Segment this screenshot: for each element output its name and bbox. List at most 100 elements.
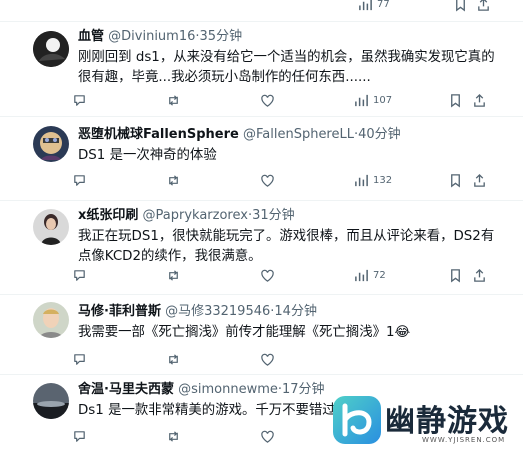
tweet-card[interactable]: 马修·菲利普斯 @马修33219546·14分钟 我需要一部《死亡搁浅》前传才能… bbox=[0, 295, 523, 375]
tweet-time[interactable]: 31分钟 bbox=[252, 208, 295, 223]
logo-icon bbox=[333, 396, 381, 444]
retweet-icon bbox=[169, 269, 178, 281]
like-icon bbox=[261, 94, 274, 107]
tweet-actions bbox=[72, 349, 492, 369]
like-icon bbox=[261, 269, 274, 282]
retweet-button[interactable] bbox=[166, 426, 181, 446]
views-icon bbox=[355, 94, 368, 106]
retweet-icon bbox=[169, 94, 178, 106]
like-button[interactable] bbox=[260, 90, 275, 110]
avatar[interactable] bbox=[33, 31, 69, 67]
reply-icon bbox=[74, 269, 85, 281]
display-name[interactable]: 恶堕机械球FallenSphere bbox=[78, 127, 239, 142]
like-button[interactable] bbox=[260, 265, 275, 285]
retweet-icon bbox=[169, 430, 178, 442]
display-name[interactable]: x纸张印刷 bbox=[78, 208, 138, 223]
user-handle[interactable]: @FallenSphereLL bbox=[243, 127, 354, 142]
bookmark-icon bbox=[451, 268, 460, 282]
watermark-url: WWW.YJISREN.COM bbox=[422, 436, 506, 444]
user-handle[interactable]: @马修33219546 bbox=[165, 304, 270, 319]
tweet-header: x纸张印刷 @Paprykarzorex·31分钟 bbox=[78, 207, 507, 225]
reply-button[interactable] bbox=[72, 265, 87, 285]
views-button[interactable]: 72 bbox=[354, 265, 386, 285]
retweet-button[interactable] bbox=[166, 349, 181, 369]
timeline-feed: 77 血管 @Divinium16·35分钟 刚刚回到 ds1，从来没有给它一个… bbox=[0, 0, 523, 456]
tweet-card[interactable]: 恶堕机械球FallenSphere @FallenSphereLL·40分钟 D… bbox=[0, 117, 523, 201]
views-count: 77 bbox=[377, 0, 390, 10]
display-name[interactable]: 马修·菲利普斯 bbox=[78, 304, 161, 319]
tweet-actions: 132 bbox=[72, 170, 492, 190]
reply-button[interactable] bbox=[72, 426, 87, 446]
tweet-card[interactable]: 血管 @Divinium16·35分钟 刚刚回到 ds1，从来没有给它一个适当的… bbox=[0, 22, 523, 117]
user-handle[interactable]: @Divinium16 bbox=[108, 29, 195, 44]
share-icon bbox=[474, 93, 485, 107]
user-handle[interactable]: @simonnewme bbox=[178, 382, 278, 397]
reply-icon bbox=[74, 174, 85, 186]
avatar[interactable] bbox=[33, 302, 69, 338]
tweet-time[interactable]: 40分钟 bbox=[358, 127, 401, 142]
previous-tweet-actions: 77 bbox=[0, 0, 523, 22]
bookmark-button[interactable] bbox=[448, 265, 463, 285]
display-name[interactable]: 舍温·马里夫西蒙 bbox=[78, 382, 174, 397]
tweet-text: DS1 是一次神奇的体验 bbox=[78, 148, 217, 163]
retweet-icon bbox=[169, 353, 178, 365]
share-button[interactable] bbox=[472, 265, 487, 285]
share-button[interactable] bbox=[472, 90, 487, 110]
views-icon bbox=[355, 269, 368, 281]
views-icon bbox=[359, 0, 372, 10]
tweet-header: 马修·菲利普斯 @马修33219546·14分钟 bbox=[78, 303, 507, 321]
share-button[interactable] bbox=[472, 170, 487, 190]
reply-button[interactable] bbox=[72, 90, 87, 110]
views-count: 107 bbox=[373, 94, 393, 106]
like-icon bbox=[261, 353, 274, 366]
tweet-text: 刚刚回到 ds1，从来没有给它一个适当的机会，虽然我确实发现它真的很有趣，毕竟.… bbox=[78, 50, 495, 85]
reply-button[interactable] bbox=[72, 349, 87, 369]
like-button[interactable] bbox=[260, 426, 275, 446]
share-icon bbox=[474, 268, 485, 282]
views-button[interactable]: 132 bbox=[354, 170, 392, 190]
like-icon bbox=[261, 430, 274, 443]
like-button[interactable] bbox=[260, 170, 275, 190]
reply-icon bbox=[74, 353, 85, 365]
views-count: 72 bbox=[373, 269, 386, 281]
retweet-button[interactable] bbox=[166, 265, 181, 285]
tweet-actions: 107 bbox=[72, 90, 492, 110]
share-icon bbox=[478, 0, 489, 11]
views-button[interactable]: 107 bbox=[354, 90, 392, 110]
share-button[interactable] bbox=[476, 0, 491, 14]
tweet-header: 血管 @Divinium16·35分钟 bbox=[78, 28, 507, 46]
views-count: 132 bbox=[373, 174, 393, 186]
reply-button[interactable] bbox=[72, 170, 87, 190]
watermark-text: 幽静游戏 bbox=[385, 404, 509, 439]
tweet-time[interactable]: 14分钟 bbox=[274, 304, 317, 319]
reply-icon bbox=[74, 94, 85, 106]
reply-icon bbox=[74, 430, 85, 442]
like-icon bbox=[261, 174, 274, 187]
tweet-time[interactable]: 35分钟 bbox=[200, 29, 243, 44]
bookmark-icon bbox=[451, 93, 460, 107]
bookmark-icon bbox=[451, 173, 460, 187]
site-watermark: 幽静游戏 WWW.YJISREN.COM bbox=[327, 392, 517, 452]
tweet-text: 我需要一部《死亡搁浅》前传才能理解《死亡搁浅》1😂 bbox=[78, 325, 411, 340]
tweet-card[interactable]: x纸张印刷 @Paprykarzorex·31分钟 我正在玩DS1，很快就能玩完… bbox=[0, 201, 523, 295]
avatar[interactable] bbox=[33, 383, 69, 419]
retweet-button[interactable] bbox=[166, 90, 181, 110]
bookmark-icon bbox=[456, 0, 465, 11]
avatar[interactable] bbox=[33, 209, 69, 245]
views-button[interactable]: 77 bbox=[358, 0, 390, 14]
avatar[interactable] bbox=[33, 126, 69, 162]
share-icon bbox=[474, 173, 485, 187]
display-name[interactable]: 血管 bbox=[78, 29, 104, 44]
like-button[interactable] bbox=[260, 349, 275, 369]
bookmark-button[interactable] bbox=[453, 0, 468, 14]
tweet-text: 我正在玩DS1，很快就能玩完了。游戏很棒，而且从评论来看，DS2有点像KCD2的… bbox=[78, 229, 495, 264]
tweet-time[interactable]: 17分钟 bbox=[282, 382, 325, 397]
retweet-icon bbox=[169, 174, 178, 186]
bookmark-button[interactable] bbox=[448, 90, 463, 110]
views-icon bbox=[355, 174, 368, 186]
bookmark-button[interactable] bbox=[448, 170, 463, 190]
retweet-button[interactable] bbox=[166, 170, 181, 190]
user-handle[interactable]: @Paprykarzorex bbox=[143, 208, 248, 223]
tweet-header: 恶堕机械球FallenSphere @FallenSphereLL·40分钟 bbox=[78, 126, 507, 144]
tweet-actions: 72 bbox=[72, 265, 492, 285]
